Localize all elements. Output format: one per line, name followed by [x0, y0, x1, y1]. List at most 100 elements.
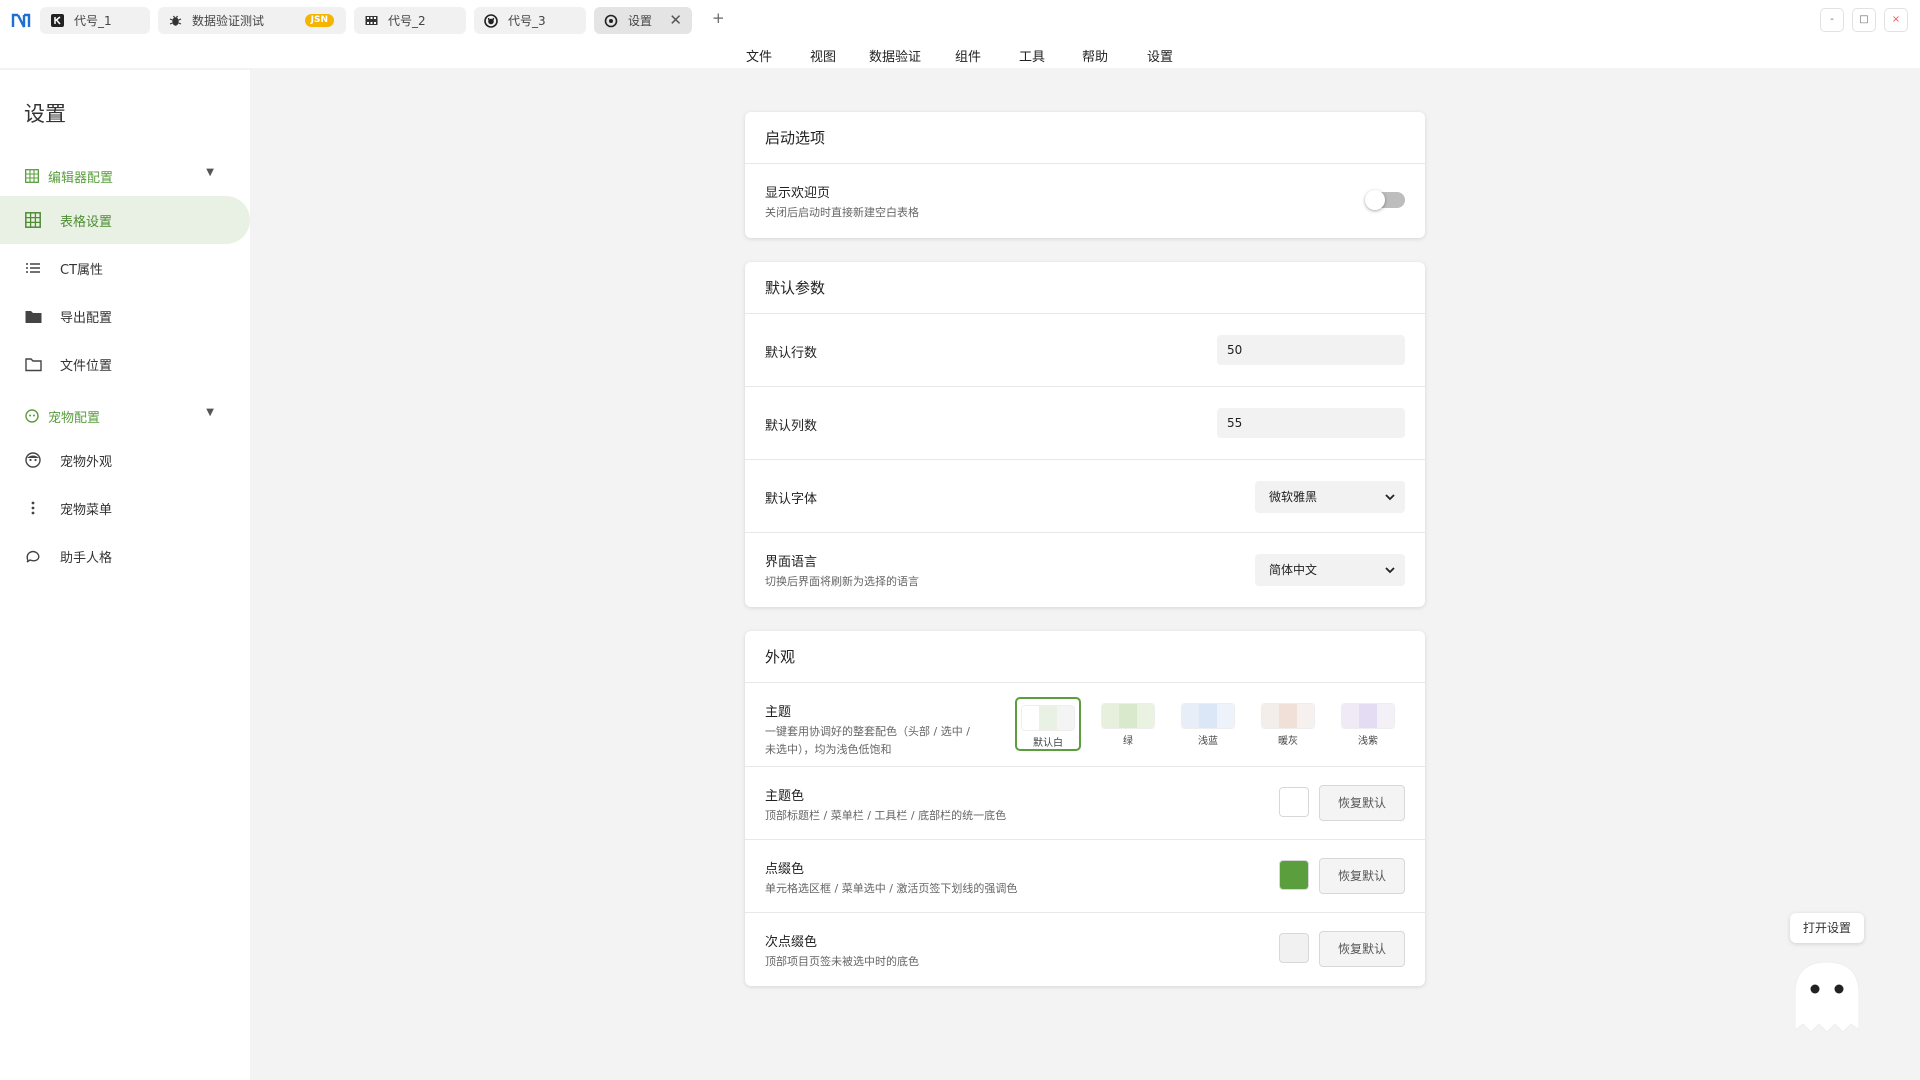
theme-option-warm-gray[interactable]: 暖灰: [1255, 697, 1321, 751]
theme-preview: [1101, 703, 1155, 729]
menu-file[interactable]: 文件: [746, 46, 772, 65]
primary-color-row: 主题色 顶部标题栏 / 菜单栏 / 工具栏 / 底部栏的统一底色 恢复默认: [745, 767, 1425, 840]
sidebar-item-label: 宠物菜单: [60, 502, 113, 518]
maximize-button[interactable]: □: [1852, 8, 1876, 32]
add-tab-button[interactable]: +: [712, 9, 725, 27]
json-badge: JSN: [304, 14, 334, 27]
menu-tools[interactable]: 工具: [1019, 46, 1045, 65]
tab-label: 代号_3: [508, 14, 546, 28]
tab-2[interactable]: 数据验证测试 JSN: [158, 7, 346, 34]
menu-data-validation[interactable]: 数据验证: [869, 46, 921, 65]
sidebar-item-assistant-persona[interactable]: 助手人格: [0, 532, 250, 580]
accent-color-swatch[interactable]: [1279, 860, 1309, 890]
sidebar-item-label: CT属性: [60, 262, 104, 278]
menu-components[interactable]: 组件: [955, 46, 981, 65]
group-label: 宠物配置: [48, 410, 101, 426]
sidebar-item-file-location[interactable]: 文件位置: [0, 340, 250, 388]
default-cols-row: 默认列数 55: [745, 387, 1425, 460]
theme-label: 默认白: [1033, 738, 1063, 749]
chevron-down-icon: [1385, 481, 1395, 526]
folder-filled-icon: [24, 307, 42, 325]
setting-title: 主题色: [765, 789, 805, 804]
tab-label: 代号_2: [388, 14, 426, 28]
sidebar-item-label: 助手人格: [60, 550, 113, 566]
primary-color-swatch[interactable]: [1279, 787, 1309, 817]
sidebar-item-export-config[interactable]: 导出配置: [0, 292, 250, 340]
settings-sidebar: 设置 编辑器配置 ▼ 表格设置 CT属性 导出配置 文件位置 宠物配置 ▼ 宠物…: [0, 70, 250, 1080]
theme-option-green[interactable]: 绿: [1095, 697, 1161, 751]
default-font-select[interactable]: 微软雅黑: [1255, 481, 1405, 513]
setting-title: 默认字体: [765, 492, 818, 507]
card-title: 启动选项: [745, 112, 1425, 164]
menu-help[interactable]: 帮助: [1082, 46, 1108, 65]
title-bar: 代号_1 数据验证测试 JSN 代号_2 代号_3 设置 ✕ + - □ × 文…: [0, 0, 1920, 68]
setting-title: 显示欢迎页: [765, 186, 831, 201]
theme-label: 暖灰: [1278, 736, 1298, 747]
theme-row: 主题 一键套用协调好的整套配色（头部 / 选中 / 未选中），均为浅色低饱和 默…: [745, 683, 1425, 767]
theme-preview: [1021, 705, 1075, 731]
chevron-down-icon[interactable]: ▼: [206, 167, 214, 178]
menu-bar: 文件 视图 数据验证 组件 工具 帮助 设置: [0, 46, 1920, 66]
group-pet-config[interactable]: 宠物配置 ▼: [24, 406, 220, 426]
setting-title: 主题: [765, 705, 792, 720]
tab-settings[interactable]: 设置 ✕: [594, 7, 692, 34]
theme-option-light-blue[interactable]: 浅蓝: [1175, 697, 1241, 751]
ghost-pet-icon[interactable]: [1794, 961, 1860, 1034]
setting-title: 点缀色: [765, 862, 805, 877]
default-font-row: 默认字体 微软雅黑: [745, 460, 1425, 533]
default-rows-input[interactable]: 50: [1217, 335, 1405, 365]
minimize-button[interactable]: -: [1820, 8, 1844, 32]
menu-view[interactable]: 视图: [810, 46, 836, 65]
select-value: 简体中文: [1269, 563, 1318, 577]
tab-1[interactable]: 代号_1: [40, 7, 150, 34]
setting-title: 次点缀色: [765, 935, 818, 950]
welcome-page-toggle[interactable]: [1365, 190, 1405, 210]
theme-option-default-white[interactable]: 默认白: [1015, 697, 1081, 751]
tab-3[interactable]: 代号_2: [354, 7, 466, 34]
sidebar-title: 设置: [24, 102, 66, 126]
secondary-accent-swatch[interactable]: [1279, 933, 1309, 963]
sidebar-item-label: 表格设置: [60, 214, 113, 230]
sidebar-item-ct-properties[interactable]: CT属性: [0, 244, 250, 292]
ui-language-row: 界面语言 切换后界面将刷新为选择的语言 简体中文: [745, 533, 1425, 606]
close-tab-icon[interactable]: ✕: [669, 11, 682, 29]
open-settings-bubble[interactable]: 打开设置: [1790, 913, 1864, 943]
setting-description: 顶部项目页签未被选中时的底色: [765, 955, 919, 968]
accent-color-reset-button[interactable]: 恢复默认: [1319, 858, 1405, 894]
setting-description: 单元格选区框 / 菜单选中 / 激活页签下划线的强调色: [765, 882, 1018, 895]
ui-language-select[interactable]: 简体中文: [1255, 554, 1405, 586]
tab-4[interactable]: 代号_3: [474, 7, 586, 34]
primary-color-reset-button[interactable]: 恢复默认: [1319, 785, 1405, 821]
chat-icon: [24, 547, 42, 565]
list-icon: [24, 259, 42, 277]
face-icon: [24, 408, 40, 424]
secondary-accent-reset-button[interactable]: 恢复默认: [1319, 931, 1405, 967]
tab-label: 数据验证测试: [192, 14, 265, 28]
group-label: 编辑器配置: [48, 170, 114, 186]
sidebar-item-label: 宠物外观: [60, 454, 113, 470]
sidebar-item-table-settings[interactable]: 表格设置: [0, 196, 250, 244]
default-cols-input[interactable]: 55: [1217, 408, 1405, 438]
menu-settings[interactable]: 设置: [1147, 46, 1173, 65]
face-icon: [24, 451, 42, 469]
setting-description: 切换后界面将刷新为选择的语言: [765, 575, 919, 588]
setting-description: 顶部标题栏 / 菜单栏 / 工具栏 / 底部栏的统一底色: [765, 809, 1007, 822]
startup-options-card: 启动选项 显示欢迎页 关闭后启动时直接新建空白表格: [745, 112, 1425, 238]
setting-description: 未选中），均为浅色低饱和: [765, 743, 892, 756]
accent-color-row: 点缀色 单元格选区框 / 菜单选中 / 激活页签下划线的强调色 恢复默认: [745, 840, 1425, 913]
grid-icon: [24, 168, 40, 184]
sidebar-item-pet-appearance[interactable]: 宠物外观: [0, 436, 250, 484]
default-params-card: 默认参数 默认行数 50 默认列数 55 默认字体 微软雅黑 界面语言 切换后界…: [745, 262, 1425, 607]
theme-preview: [1341, 703, 1395, 729]
sidebar-item-pet-menu[interactable]: 宠物菜单: [0, 484, 250, 532]
theme-option-light-purple[interactable]: 浅紫: [1335, 697, 1401, 751]
sidebar-item-label: 文件位置: [60, 358, 113, 374]
tab-label: 设置: [628, 14, 653, 28]
close-window-button[interactable]: ×: [1884, 8, 1908, 32]
grid-icon: [24, 211, 42, 229]
group-editor-config[interactable]: 编辑器配置 ▼: [24, 166, 220, 186]
dots-vertical-icon: [24, 499, 42, 517]
chevron-down-icon[interactable]: ▼: [206, 407, 214, 418]
select-value: 微软雅黑: [1269, 490, 1318, 504]
theme-label: 浅紫: [1358, 736, 1378, 747]
